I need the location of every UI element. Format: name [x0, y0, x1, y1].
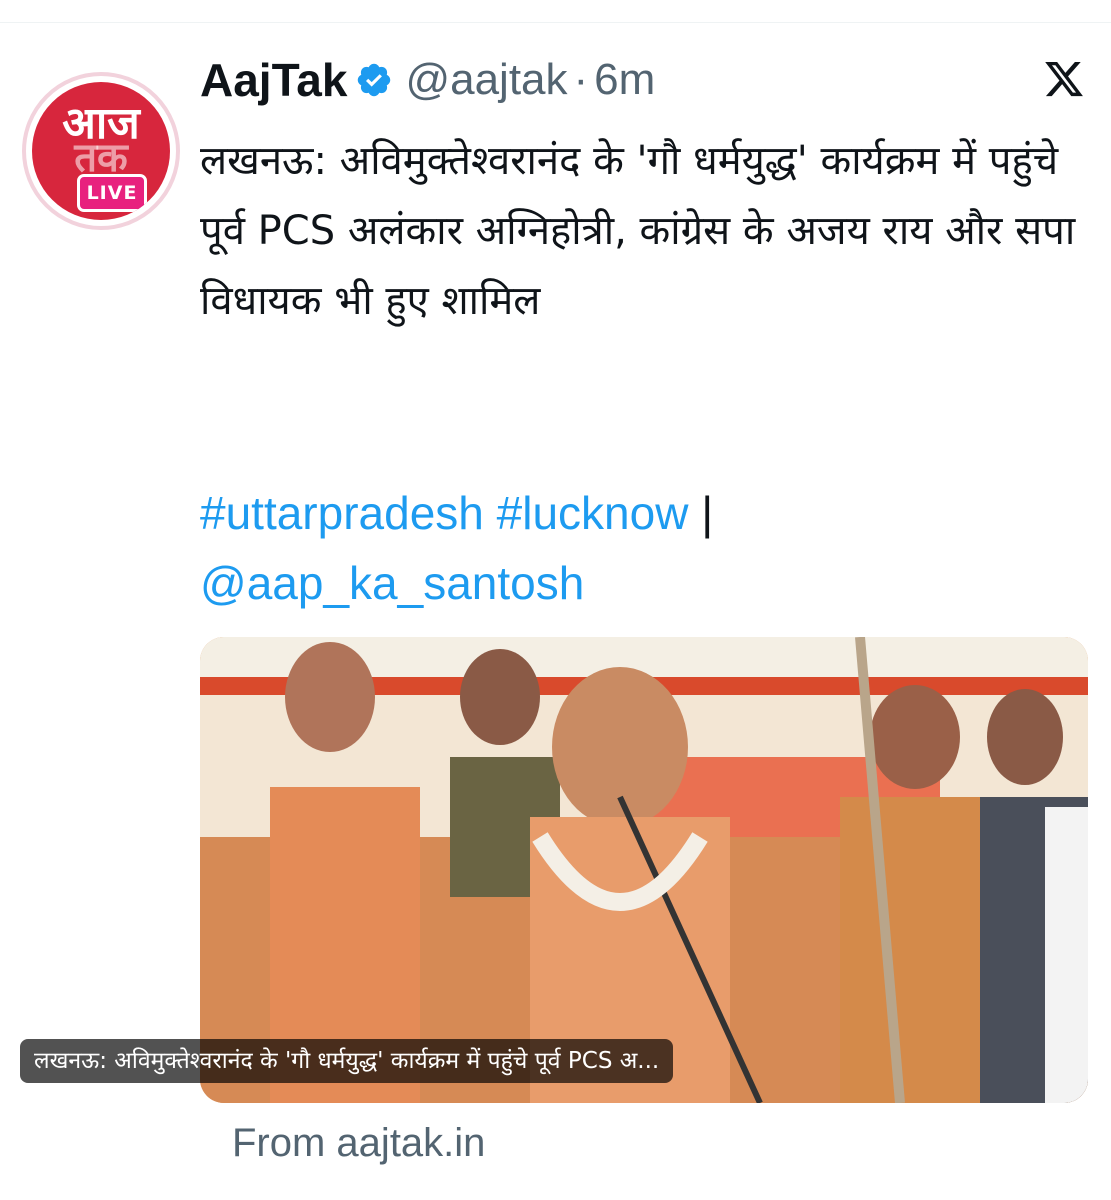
hashtag-uttarpradesh[interactable]: #uttarpradesh: [200, 487, 484, 539]
verified-badge-icon: [358, 63, 391, 97]
card-source[interactable]: From aajtak.in: [232, 1118, 485, 1168]
card-caption: लखनऊ: अविमुक्तेश्वरानंद के 'गौ धर्मयुद्ध…: [20, 1039, 674, 1083]
top-divider: [0, 22, 1111, 23]
display-name[interactable]: AajTak: [200, 53, 347, 107]
tweet-text: लखनऊ: अविमुक्तेश्वरानंद के 'गौ धर्मयुद्ध…: [200, 138, 1076, 324]
tweet-header: AajTak @aajtak · 6m: [200, 52, 655, 108]
mention-link[interactable]: @aap_ka_santosh: [200, 557, 584, 609]
link-card[interactable]: [200, 637, 1088, 1103]
hashtag-lucknow[interactable]: #lucknow: [497, 487, 689, 539]
aajtak-logo: आज तक LIVE: [32, 82, 170, 220]
tweet-tags: #uttarpradesh #lucknow | @aap_ka_santosh: [200, 478, 1100, 618]
x-logo-icon[interactable]: [1043, 58, 1085, 100]
live-badge: LIVE: [77, 174, 147, 212]
pipe-separator: |: [701, 487, 714, 539]
user-handle[interactable]: @aajtak: [405, 55, 567, 105]
card-photo: [200, 637, 1088, 1103]
avatar[interactable]: आज तक LIVE: [22, 72, 180, 230]
separator-dot: ·: [573, 55, 589, 104]
timestamp[interactable]: 6m: [594, 55, 655, 105]
